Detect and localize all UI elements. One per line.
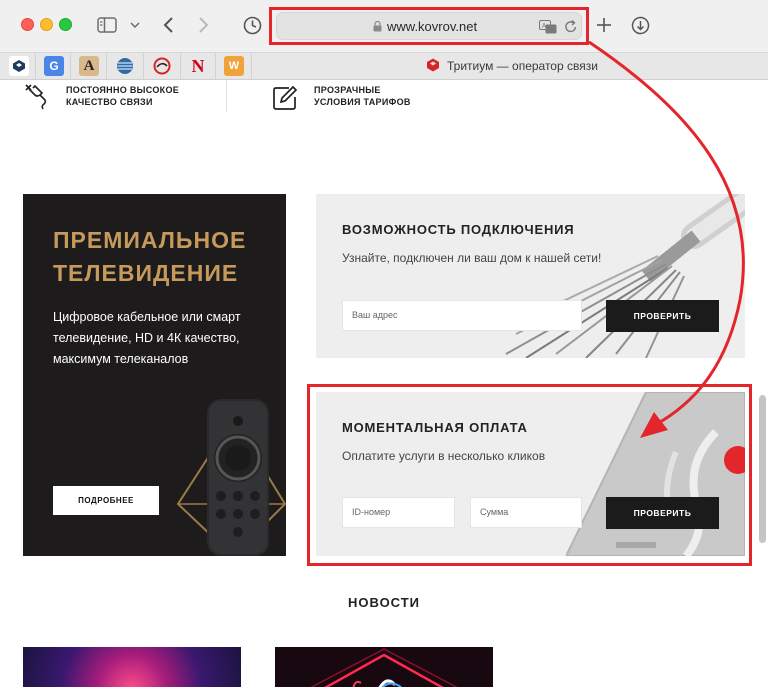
edit-icon bbox=[273, 85, 298, 110]
bookmark-7[interactable]: W bbox=[224, 56, 244, 76]
zoom-window-button[interactable] bbox=[59, 18, 72, 31]
site-favicon-icon bbox=[427, 58, 439, 72]
bookmark-separator bbox=[180, 53, 181, 80]
bookmark-3[interactable]: A bbox=[79, 56, 99, 76]
news-image-1[interactable] bbox=[23, 647, 241, 687]
minimize-window-button[interactable] bbox=[40, 18, 53, 31]
bookmark-separator bbox=[106, 53, 107, 80]
forward-icon[interactable] bbox=[198, 16, 210, 34]
sidebar-icon[interactable] bbox=[97, 17, 117, 33]
new-tab-icon[interactable] bbox=[596, 17, 612, 33]
feature-tariffs-label: ПРОЗРАЧНЫЕ УСЛОВИЯ ТАРИФОВ bbox=[314, 85, 411, 107]
news-image-2[interactable] bbox=[275, 647, 493, 687]
chevron-down-icon[interactable] bbox=[130, 21, 140, 29]
neon-sign-illustration bbox=[310, 648, 458, 687]
address-highlight-frame bbox=[269, 7, 589, 45]
tv-details-button[interactable]: ПОДРОБНЕЕ bbox=[53, 486, 159, 515]
connection-check-card: ВОЗМОЖНОСТЬ ПОДКЛЮЧЕНИЯ Узнайте, подключ… bbox=[316, 194, 745, 358]
premium-tv-card: ПРЕМИАЛЬНОЕ ТЕЛЕВИДЕНИЕ Цифровое кабельн… bbox=[23, 194, 286, 556]
connection-card-subtitle: Узнайте, подключен ли ваш дом к нашей се… bbox=[342, 251, 602, 265]
plug-icon bbox=[25, 84, 47, 110]
vertical-scrollbar[interactable] bbox=[759, 395, 766, 543]
bookmark-separator bbox=[143, 53, 144, 80]
tv-card-title: ПРЕМИАЛЬНОЕ ТЕЛЕВИДЕНИЕ bbox=[53, 227, 247, 286]
news-section-title: НОВОСТИ bbox=[348, 595, 421, 610]
swirl-icon bbox=[153, 57, 171, 75]
close-window-button[interactable] bbox=[21, 18, 34, 31]
page-content: ПОСТОЯННО ВЫСОКОЕ КАЧЕСТВО СВЯЗИ ПРОЗРАЧ… bbox=[0, 80, 768, 687]
browser-window: www.kovrov.net A G A N W Тритиум — опера… bbox=[0, 0, 768, 687]
globe-icon bbox=[117, 58, 133, 74]
bookmark-separator bbox=[215, 53, 216, 80]
bookmark-separator bbox=[35, 53, 36, 80]
bookmark-1[interactable] bbox=[9, 56, 29, 76]
back-icon[interactable] bbox=[162, 16, 174, 34]
bookmark-6[interactable]: N bbox=[188, 56, 208, 76]
tv-card-description: Цифровое кабельное или смарт телевидение… bbox=[53, 310, 241, 366]
bookmark-separator bbox=[70, 53, 71, 80]
bookmark-separator bbox=[251, 53, 252, 80]
connection-card-title: ВОЗМОЖНОСТЬ ПОДКЛЮЧЕНИЯ bbox=[342, 222, 575, 237]
downloads-icon[interactable] bbox=[631, 16, 650, 35]
cube-icon bbox=[13, 60, 25, 72]
bookmark-4[interactable] bbox=[115, 56, 135, 76]
cable-illustration bbox=[505, 194, 745, 358]
feature-divider bbox=[226, 80, 227, 112]
browser-toolbar: www.kovrov.net A bbox=[0, 0, 768, 52]
bookmark-2[interactable]: G bbox=[44, 56, 64, 76]
address-input[interactable]: Ваш адрес bbox=[342, 300, 582, 331]
payment-highlight-frame bbox=[307, 384, 752, 566]
bookmark-5[interactable] bbox=[152, 56, 172, 76]
history-icon[interactable] bbox=[243, 16, 262, 35]
connection-check-button[interactable]: ПРОВЕРИТЬ bbox=[606, 300, 719, 332]
tab-title[interactable]: Тритиум — оператор связи bbox=[447, 59, 598, 73]
feature-quality-label: ПОСТОЯННО ВЫСОКОЕ КАЧЕСТВО СВЯЗИ bbox=[66, 85, 180, 107]
remote-control-illustration bbox=[176, 399, 286, 556]
